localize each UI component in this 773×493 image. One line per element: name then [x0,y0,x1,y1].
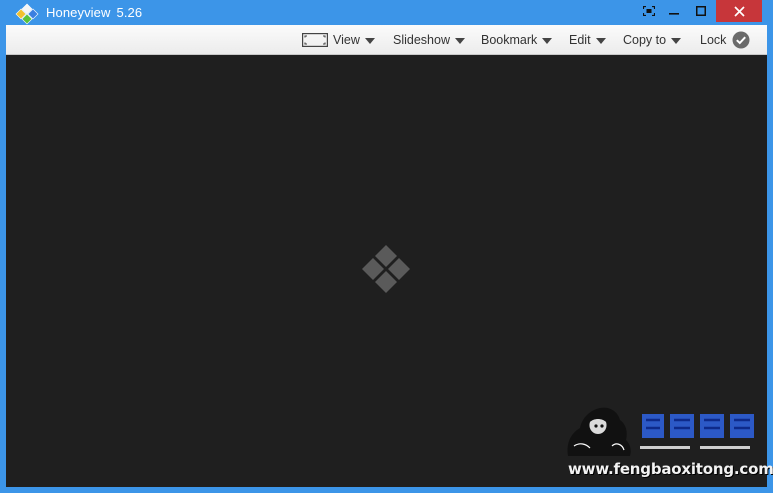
chevron-down-icon [364,37,375,44]
minimize-icon [669,13,679,15]
slideshow-menu[interactable]: Slideshow [393,25,465,55]
chevron-down-icon [454,37,465,44]
view-menu[interactable]: View [302,25,375,55]
window-title: Honeyview 5.26 [46,5,142,20]
slideshow-label: Slideshow [393,33,450,47]
title-bar[interactable]: Honeyview 5.26 [0,0,773,25]
watermark: www.fengbaoxitong.com [560,398,773,486]
app-name: Honeyview [46,5,111,20]
chevron-down-icon [595,37,606,44]
maximize-icon [696,6,706,16]
honeyview-placeholder-logo-icon [362,245,410,293]
maximize-button[interactable] [688,0,714,22]
chevron-down-icon [542,37,553,44]
honeyview-window: Honeyview 5.26 View Slideshow Bookmark E… [0,0,773,493]
bookmark-label: Bookmark [481,33,538,47]
chevron-down-icon [671,37,682,44]
toolbar: View Slideshow Bookmark Edit Copy to Loc… [6,25,767,55]
fullscreen-icon [643,6,655,16]
edit-menu[interactable]: Edit [569,25,606,55]
copy-to-menu[interactable]: Copy to [623,25,682,55]
minimize-button[interactable] [660,0,688,22]
lion-logo-icon [567,407,754,456]
bookmark-menu[interactable]: Bookmark [481,25,553,55]
close-icon [733,5,745,17]
check-circle-icon [732,31,750,49]
lock-button[interactable]: Lock [700,25,750,55]
fit-to-window-icon [302,33,328,47]
view-label: View [333,33,360,47]
honeyview-logo-icon [15,3,39,25]
lock-label: Lock [700,33,727,47]
watermark-url: www.fengbaoxitong.com [568,460,773,478]
app-version: 5.26 [116,5,143,20]
fullscreen-button[interactable] [638,0,660,22]
edit-label: Edit [569,33,591,47]
copy-to-label: Copy to [623,33,667,47]
close-button[interactable] [716,0,762,22]
